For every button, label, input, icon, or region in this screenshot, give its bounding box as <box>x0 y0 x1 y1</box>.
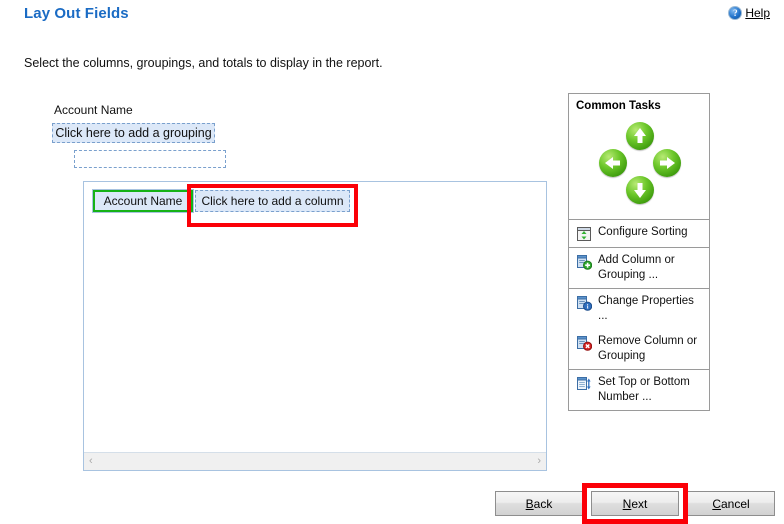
arrow-right-icon[interactable] <box>653 149 681 177</box>
arrow-up-icon[interactable] <box>626 122 654 150</box>
common-tasks-title: Common Tasks <box>576 100 661 112</box>
document-add-icon <box>576 254 592 270</box>
grouping-empty-wrap <box>74 150 226 168</box>
task-label: Set Top or Bottom Number ... <box>598 376 690 403</box>
column-header-row: Account Name Click here to add a column <box>92 184 358 227</box>
arrow-left-icon[interactable] <box>599 149 627 177</box>
common-tasks-nav-group: Common Tasks <box>568 93 710 220</box>
task-set-top-or-bottom-number[interactable]: Set Top or Bottom Number ... <box>569 370 709 410</box>
column-account-name[interactable]: Account Name <box>92 189 194 213</box>
sort-updown-icon <box>576 226 592 242</box>
add-column-wrapper: Click here to add a column <box>187 184 358 227</box>
scroll-left-icon[interactable]: ‹ <box>84 456 98 467</box>
cancel-button[interactable]: Cancel <box>687 491 775 516</box>
grouping-field-label: Account Name <box>54 103 133 117</box>
document-topbottom-icon <box>576 376 592 392</box>
next-rest: ext <box>631 496 648 511</box>
common-tasks-sorting-group: Configure Sorting <box>568 220 710 248</box>
cancel-rest: ancel <box>720 496 750 511</box>
next-button-wrapper: Next <box>582 483 688 524</box>
document-info-icon: i <box>576 295 592 311</box>
page-title: Lay Out Fields <box>24 5 129 22</box>
task-label: Configure Sorting <box>598 226 688 238</box>
grouping-empty-dropzone[interactable] <box>74 150 226 168</box>
common-tasks-modify-group: i Change Properties ... Remove Column or… <box>568 289 710 370</box>
navigation-pad <box>569 122 709 218</box>
wizard-footer: Back Next Cancel <box>495 483 775 524</box>
svg-text:i: i <box>587 304 589 311</box>
task-label: Remove Column or Grouping <box>598 335 698 362</box>
horizontal-scrollbar[interactable]: ‹ › <box>84 452 546 470</box>
task-add-column-or-grouping[interactable]: Add Column or Grouping ... <box>569 248 709 288</box>
task-remove-column-or-grouping[interactable]: Remove Column or Grouping <box>569 329 709 369</box>
back-accel: B <box>525 496 534 511</box>
common-tasks-topbottom-group: Set Top or Bottom Number ... <box>568 370 710 411</box>
help-link[interactable]: ? Help <box>728 6 770 20</box>
grouping-zone: Account Name Click here to add a groupin… <box>52 103 226 168</box>
common-tasks-panel: Common Tasks Configure Sorting Add Colum… <box>568 93 710 411</box>
next-button[interactable]: Next <box>591 491 679 516</box>
page-subtitle: Select the columns, groupings, and total… <box>24 56 383 70</box>
task-label: Change Properties ... <box>598 295 694 322</box>
report-design-surface: Account Name Click here to add a column … <box>83 181 547 471</box>
arrow-down-icon[interactable] <box>626 176 654 204</box>
task-change-properties[interactable]: i Change Properties ... <box>569 289 709 329</box>
task-label: Add Column or Grouping ... <box>598 254 675 281</box>
help-label: Help <box>745 6 770 20</box>
task-configure-sorting[interactable]: Configure Sorting <box>569 220 709 247</box>
back-button[interactable]: Back <box>495 491 583 516</box>
add-column-dropzone[interactable]: Click here to add a column <box>195 190 350 212</box>
document-remove-icon <box>576 335 592 351</box>
add-grouping-dropzone[interactable]: Click here to add a grouping <box>52 123 215 143</box>
back-rest: ack <box>533 496 553 511</box>
common-tasks-add-group: Add Column or Grouping ... <box>568 248 710 289</box>
cancel-accel: C <box>712 496 721 511</box>
question-mark-circle-icon: ? <box>728 6 743 20</box>
scroll-right-icon[interactable]: › <box>532 456 546 467</box>
